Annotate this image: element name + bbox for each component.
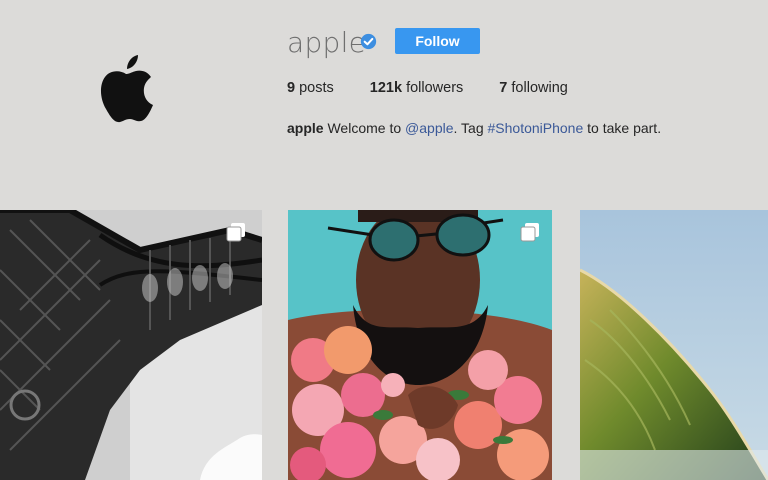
stat-followers-count: 121k — [369, 80, 403, 96]
bio-text-end: to take part. — [587, 120, 662, 136]
post-thumbnail-eiffel-tower[interactable] — [0, 210, 262, 480]
stat-posts-count: 9 — [287, 80, 296, 96]
multiple-photos-icon — [520, 223, 539, 242]
profile-username: apple — [287, 26, 367, 59]
verified-badge-icon — [360, 33, 377, 50]
stat-followers-label: followers — [406, 80, 464, 96]
bio-text-mid: . Tag — [453, 120, 484, 136]
wave-photo — [580, 210, 768, 480]
man-with-flowers-photo — [288, 210, 552, 480]
apple-logo-icon — [100, 55, 153, 123]
stat-following-label: following — [511, 80, 568, 96]
post-thumbnail-flowers[interactable] — [288, 210, 552, 480]
bio-text: Welcome to — [327, 120, 402, 136]
posts-grid — [0, 210, 768, 480]
bio-mention-link[interactable]: @apple — [405, 120, 453, 136]
stat-posts-label: posts — [299, 80, 334, 96]
eiffel-tower-photo — [0, 210, 262, 480]
post-thumbnail-wave[interactable] — [580, 210, 768, 480]
stat-followers[interactable]: 121k followers — [370, 80, 464, 96]
profile-avatar[interactable] — [96, 52, 156, 126]
bio-hashtag-link[interactable]: #ShotoniPhone — [488, 120, 584, 136]
bio-name: apple — [287, 120, 324, 136]
profile-stats: 9 posts 121k followers 7 following — [287, 80, 604, 96]
profile-bio: apple Welcome to @apple. Tag #ShotoniPho… — [287, 120, 661, 136]
multiple-photos-icon — [226, 223, 245, 242]
stat-following-count: 7 — [499, 80, 508, 96]
follow-button[interactable]: Follow — [395, 28, 480, 54]
stat-posts[interactable]: 9 posts — [287, 80, 334, 96]
stat-following[interactable]: 7 following — [499, 80, 568, 96]
